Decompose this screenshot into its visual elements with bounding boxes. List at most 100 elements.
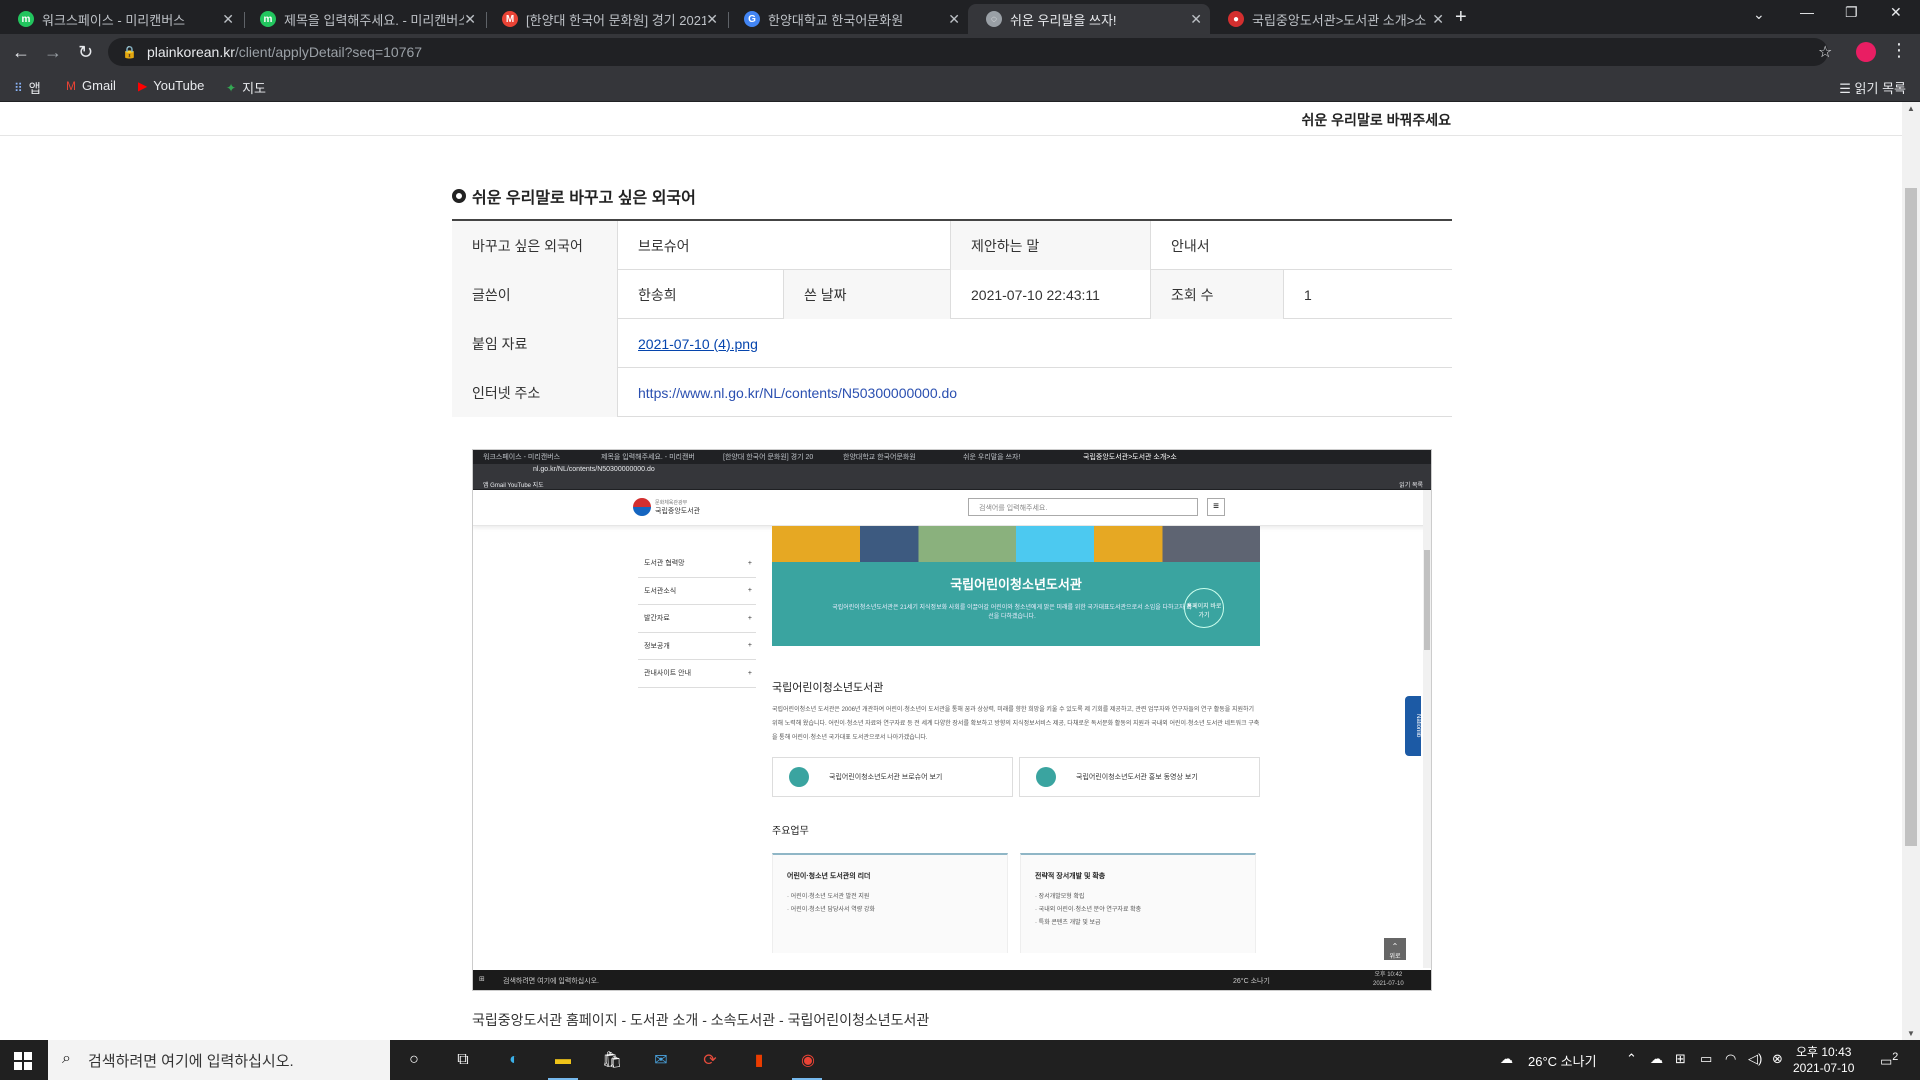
side-menu-item: 도서관소식 + (638, 578, 756, 605)
close-window-button[interactable]: ✕ (1890, 4, 1902, 21)
section-title: 쉬운 우리말로 바꾸고 싶은 외국어 (452, 184, 696, 208)
duty-item: · 특화 콘텐츠 개발 및 보급 (1035, 920, 1101, 926)
tab-4[interactable]: G 한양대학교 한국어문화원 ✕ (726, 4, 968, 34)
tab-title: 제목을 입력해주세요. - 미리캔버스 (284, 12, 464, 28)
tab-search-icon[interactable]: ⌄ (1753, 6, 1765, 23)
cloud-icon[interactable]: ☁ (1650, 1051, 1663, 1067)
plus-icon: + (747, 587, 752, 595)
screenshot-scrollbar (1423, 490, 1431, 968)
bookmark-apps[interactable]: ⠿ 앱 (14, 78, 41, 97)
windows-start-icon[interactable] (14, 1052, 32, 1070)
duty-item: · 국내외 어린이·청소년 분야 연구자료 확충 (1035, 907, 1142, 913)
tab-3[interactable]: M [한양대 한국어 문화원] 경기 2021 ✕ (484, 4, 726, 34)
close-icon[interactable]: ✕ (1432, 11, 1444, 28)
screenshot-taskbar-search: 검색하려면 여기에 입력하십시오. (503, 978, 599, 985)
attachment-label: 붙임 자료 (452, 319, 617, 368)
arrow-up-icon: ⌃ (1391, 942, 1399, 951)
avatar[interactable] (1856, 42, 1876, 62)
hamburger-icon: ≡ (1207, 498, 1225, 516)
taskbar-clock[interactable]: 오후 10:43 2021-07-10 (1793, 1044, 1854, 1076)
plus-icon: + (747, 642, 752, 650)
bookmark-star-icon[interactable]: ☆ (1818, 42, 1832, 62)
network-icon[interactable]: ⊞ (1675, 1051, 1686, 1067)
youtube-icon: ▶ (138, 78, 148, 93)
table-row: 글쓴이 한송희 쓴 날짜 2021-07-10 22:43:11 조회 수 1 (452, 270, 1452, 319)
bookmark-gmail[interactable]: M Gmail (66, 78, 116, 93)
image-caption: 국립중앙도서관 홈페이지 - 도서관 소개 - 소속도서관 - 국립어린이청소년… (472, 1012, 930, 1028)
side-menu-item: 관내사이트 안내 + (638, 660, 756, 688)
attachment-cell: 2021-07-10 (4).png (617, 319, 1452, 368)
address-bar[interactable]: 🔒 plainkorean.kr/client/applyDetail?seq=… (108, 38, 1828, 66)
page-header-title[interactable]: 쉬운 우리말로 바꿔주세요 (1302, 110, 1451, 130)
page-header: 쉬운 우리말로 바꿔주세요 (0, 102, 1902, 136)
store-icon[interactable]: 🛍 (600, 1048, 624, 1072)
tab-2[interactable]: m 제목을 입력해주세요. - 미리캔버스 ✕ (242, 4, 484, 34)
screenshot-toolbar: nl.go.kr/NL/contents/N50300000000.do (473, 464, 1431, 478)
plus-icon: + (747, 669, 752, 677)
table-row: 붙임 자료 2021-07-10 (4).png (452, 319, 1452, 368)
back-icon[interactable]: ← (12, 42, 30, 63)
screenshot-taskbar-weather: 26°C 소나기 (1233, 978, 1270, 985)
notification-count: 2 (1892, 1051, 1899, 1063)
maps-icon: ✦ (226, 80, 237, 95)
battery-icon[interactable]: ▭ (1700, 1051, 1712, 1067)
tab-6[interactable]: ● 국립중앙도서관>도서관 소개>소 ✕ (1210, 4, 1452, 34)
screenshot-tab: 한양대학교 한국어문화원 (843, 454, 916, 461)
reading-list-label: 읽기 목록 (1854, 81, 1906, 96)
close-icon[interactable]: ✕ (1190, 11, 1202, 28)
close-icon[interactable]: ✕ (948, 11, 960, 28)
bullet-circle-icon (452, 189, 466, 203)
weather-icon[interactable]: ☁ (1500, 1051, 1513, 1067)
taegeuk-icon (633, 498, 651, 516)
reading-list-icon: ☰ (1839, 81, 1851, 96)
url-value-link[interactable]: https://www.nl.go.kr/NL/contents/N503000… (638, 385, 957, 401)
screenshot-subheading: 주요업무 (772, 826, 809, 837)
forward-icon[interactable]: → (44, 42, 62, 63)
scroll-down-icon[interactable]: ▼ (1907, 1029, 1915, 1038)
tab-strip: m 워크스페이스 - 미리캔버스 ✕ m 제목을 입력해주세요. - 미리캔버스… (0, 0, 1920, 34)
office-icon[interactable]: ▮ (747, 1048, 771, 1072)
tab-5-active[interactable]: ◌ 쉬운 우리말을 쓰자! ✕ (968, 4, 1210, 34)
foreign-word-label: 바꾸고 싶은 외국어 (452, 221, 617, 270)
task-view-icon[interactable]: ⧉ (451, 1048, 475, 1072)
minimize-button[interactable]: — (1800, 4, 1814, 20)
notification-icon[interactable]: ▭2 (1880, 1051, 1898, 1069)
attachment-link[interactable]: 2021-07-10 (4).png (638, 336, 758, 352)
screenshot-banner: 국립어린이청소년도서관 국립어린이청소년도서관은 21세기 지식정보화 사회를 … (772, 526, 1260, 646)
bookmark-maps[interactable]: ✦ 지도 (226, 78, 266, 97)
mail-icon[interactable]: ✉ (649, 1048, 673, 1072)
cortana-icon[interactable]: ○ (402, 1048, 426, 1072)
taskbar-search[interactable]: ⌕ 검색하려면 여기에 입력하십시오. (48, 1040, 390, 1080)
chevron-up-icon[interactable]: ⌃ (1626, 1051, 1637, 1067)
screenshot-bookmarks: 앱 Gmail YouTube 지도 읽기 목록 (473, 478, 1431, 490)
new-tab-button[interactable]: + (1455, 6, 1467, 29)
scroll-up-icon[interactable]: ▲ (1907, 104, 1915, 113)
maximize-button[interactable]: ❐ (1845, 4, 1858, 21)
close-icon[interactable]: ✕ (222, 11, 234, 28)
file-explorer-icon[interactable]: ▬ (551, 1048, 575, 1072)
reload-icon[interactable]: ↻ (78, 42, 93, 63)
page-scrollbar[interactable]: ▲ ▼ (1902, 102, 1920, 1040)
ime-icon[interactable]: ⊗ (1772, 1051, 1783, 1067)
reading-list[interactable]: ☰ 읽기 목록 (1839, 78, 1906, 97)
duty-item: · 장서개발모형 확립 (1035, 894, 1085, 900)
taskbar-weather[interactable]: 26°C 소나기 (1528, 1051, 1597, 1070)
wifi-icon[interactable]: ◠ (1725, 1051, 1736, 1067)
video-icon (1036, 767, 1056, 787)
menu-icon[interactable]: ⋮ (1890, 40, 1908, 61)
chrome-icon[interactable]: ◉ (796, 1048, 820, 1072)
close-icon[interactable]: ✕ (706, 11, 718, 28)
close-icon[interactable]: ✕ (464, 11, 476, 28)
google-docs-icon: G (744, 11, 760, 27)
volume-icon[interactable]: ◁) (1748, 1051, 1762, 1067)
edge-icon[interactable]: ◐ (502, 1048, 526, 1072)
bookmark-youtube[interactable]: ▶ YouTube (138, 78, 204, 93)
screenshot-bookmarks-text: 앱 Gmail YouTube 지도 (483, 483, 544, 489)
screenshot-taskbar-date: 2021-07-10 (1373, 981, 1404, 987)
url-label: 인터넷 주소 (452, 368, 617, 417)
scrollbar-thumb[interactable] (1905, 188, 1917, 846)
sync-app-icon[interactable]: ⟳ (698, 1048, 722, 1072)
table-row: 인터넷 주소 https://www.nl.go.kr/NL/contents/… (452, 368, 1452, 417)
nl-logo: 문화체육관광부 국립중앙도서관 (633, 498, 700, 516)
tab-1[interactable]: m 워크스페이스 - 미리캔버스 ✕ (0, 4, 242, 34)
